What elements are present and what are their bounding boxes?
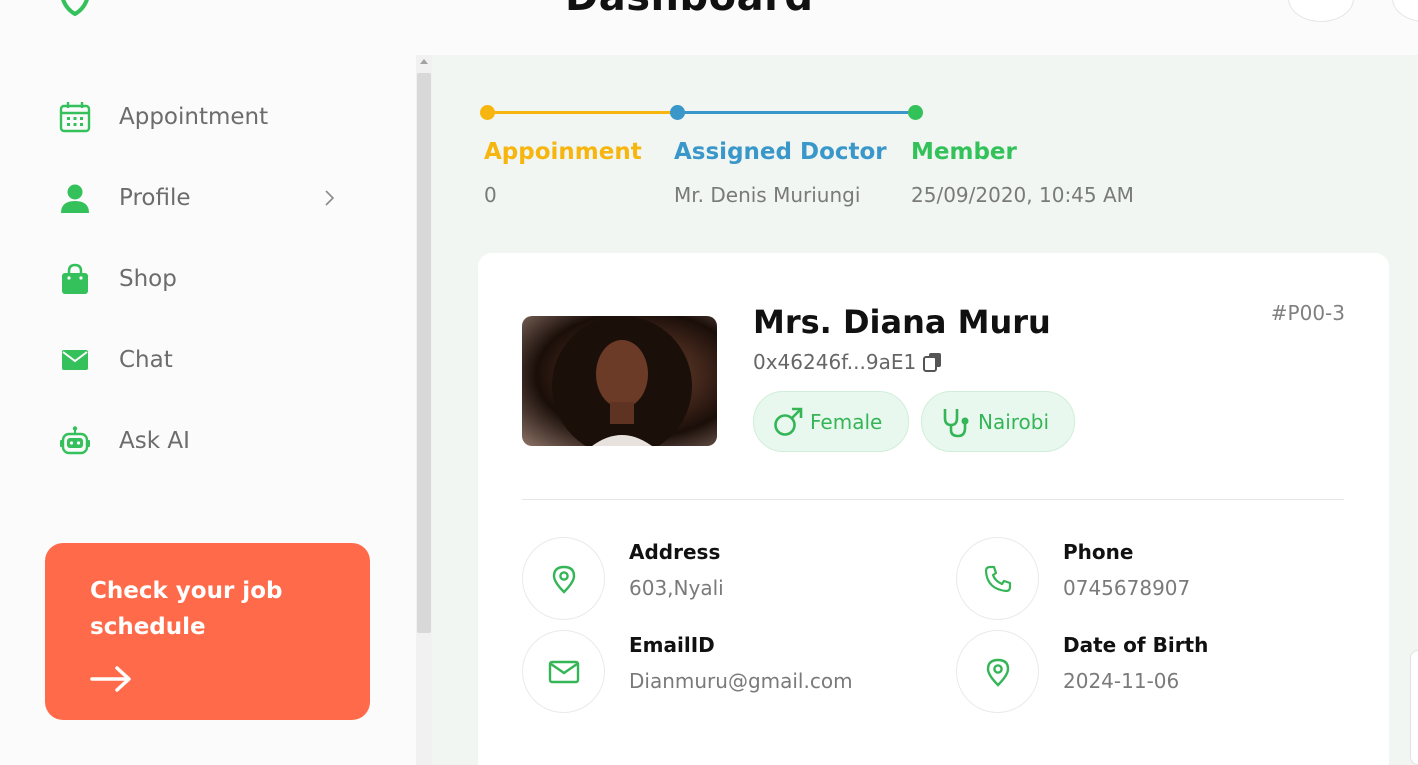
phone-value: 0745678907	[1063, 576, 1191, 600]
notification-button[interactable]	[1288, 0, 1354, 22]
shield-logo-icon[interactable]	[56, 0, 94, 18]
timeline-dot	[480, 105, 495, 120]
copy-icon[interactable]	[922, 351, 944, 373]
calendar-icon	[58, 100, 92, 134]
settings-button[interactable]	[1392, 0, 1418, 22]
scroll-thumb[interactable]	[417, 73, 431, 633]
sidebar-item-ask-ai[interactable]: Ask AI	[58, 421, 348, 461]
location-label: Nairobi	[978, 409, 1050, 434]
patient-id: #P00-3	[1270, 301, 1345, 325]
page-title: Dashboard	[565, 0, 813, 20]
sidebar-item-profile[interactable]: Profile	[58, 178, 348, 218]
email-label: EmailID	[629, 633, 715, 657]
location-pin-icon	[986, 658, 1009, 687]
mail-icon	[58, 343, 92, 377]
stat-member: Member 25/09/2020, 10:45 AM	[911, 139, 1134, 207]
dob-value: 2024-11-06	[1063, 669, 1180, 693]
male-gender-icon	[774, 407, 803, 436]
sidebar-item-label: Profile	[119, 185, 191, 211]
phone-info: Phone 0745678907	[956, 537, 1376, 622]
dob-info: Date of Birth 2024-11-06	[956, 630, 1376, 715]
email-value: Dianmuru@gmail.com	[629, 669, 853, 693]
stat-value: 25/09/2020, 10:45 AM	[911, 183, 1134, 207]
phone-icon	[984, 565, 1011, 592]
wallet-address-text: 0x46246f...9aE1	[753, 350, 917, 374]
chevron-right-icon[interactable]	[320, 186, 340, 210]
patient-profile-card: Mrs. Diana Muru 0x46246f...9aE1 #P00-3 F…	[478, 253, 1389, 765]
sidebar-item-label: Appointment	[119, 104, 269, 130]
sidebar-item-appointment[interactable]: Appointment	[58, 97, 348, 137]
wallet-address: 0x46246f...9aE1	[753, 350, 944, 374]
sidebar-item-chat[interactable]: Chat	[58, 340, 348, 380]
email-icon-circle	[522, 630, 605, 713]
job-schedule-card[interactable]: Check your job schedule	[45, 543, 370, 720]
location-pin-icon	[552, 565, 575, 594]
sidebar-item-label: Shop	[119, 266, 177, 292]
shopping-bag-icon	[58, 262, 92, 296]
sidebar: Appointment Profile Shop Chat Ask AI Che…	[0, 55, 416, 765]
gender-label: Female	[810, 409, 883, 434]
address-info: Address 603,Nyali	[522, 537, 942, 622]
job-schedule-text: Check your job schedule	[90, 578, 283, 640]
side-panel-tab[interactable]	[1410, 650, 1418, 765]
top-bar: Dashboard	[0, 0, 1418, 55]
sidebar-item-label: Chat	[119, 347, 173, 373]
scroll-up-arrow-icon[interactable]	[420, 59, 428, 64]
timeline-dot	[908, 105, 923, 120]
phone-icon-circle	[956, 537, 1039, 620]
mail-icon	[548, 660, 579, 683]
progress-timeline	[480, 105, 923, 121]
gender-chip[interactable]: Female	[753, 391, 909, 452]
hamburger-icon[interactable]	[484, 0, 518, 4]
patient-name: Mrs. Diana Muru	[753, 303, 1051, 341]
stethoscope-icon	[943, 408, 969, 437]
sidebar-item-label: Ask AI	[119, 428, 190, 454]
dob-icon-circle	[956, 630, 1039, 713]
address-icon-circle	[522, 537, 605, 620]
stat-value: 0	[484, 183, 497, 207]
sidebar-scrollbar[interactable]	[416, 55, 432, 765]
dob-label: Date of Birth	[1063, 633, 1209, 657]
patient-photo	[522, 316, 717, 446]
stat-title: Appoinment	[484, 139, 642, 165]
phone-label: Phone	[1063, 540, 1134, 564]
user-icon	[58, 181, 92, 215]
timeline-dot	[670, 105, 685, 120]
arrow-right-icon[interactable]	[90, 665, 132, 693]
divider	[522, 499, 1344, 500]
address-value: 603,Nyali	[629, 576, 724, 600]
stat-appointment: Appoinment 0	[484, 139, 642, 207]
stat-title: Member	[911, 139, 1017, 165]
sidebar-item-shop[interactable]: Shop	[58, 259, 348, 299]
stat-title: Assigned Doctor	[674, 139, 887, 165]
robot-icon	[58, 424, 92, 458]
stat-value: Mr. Denis Muriungi	[674, 183, 861, 207]
stat-assigned-doctor: Assigned Doctor Mr. Denis Muriungi	[674, 139, 887, 207]
location-chip[interactable]: Nairobi	[921, 391, 1075, 452]
email-info: EmailID Dianmuru@gmail.com	[522, 630, 942, 715]
address-label: Address	[629, 540, 721, 564]
main-content: Appoinment 0 Assigned Doctor Mr. Denis M…	[432, 55, 1418, 765]
